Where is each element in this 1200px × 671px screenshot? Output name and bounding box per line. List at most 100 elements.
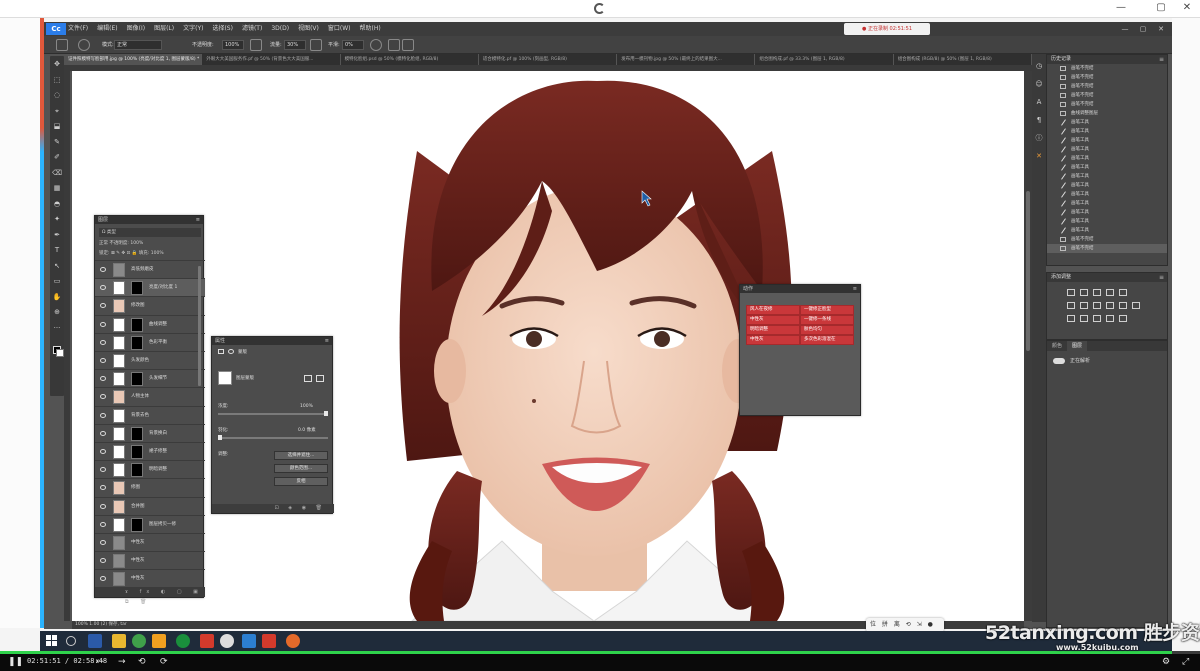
search-icon[interactable]	[66, 636, 76, 646]
hue-icon[interactable]	[1067, 302, 1075, 309]
app-icon-white[interactable]	[220, 634, 234, 648]
eye-icon[interactable]	[100, 303, 106, 309]
app-icon-red[interactable]	[200, 634, 214, 648]
tool-icon[interactable]: ◓	[52, 200, 62, 208]
mask-tab[interactable]: 蒙版	[218, 349, 247, 356]
eye-icon[interactable]	[100, 321, 106, 327]
tool-icon[interactable]: ✎	[52, 138, 62, 146]
brush-preset-icon[interactable]	[56, 39, 68, 51]
action-button[interactable]: 中性灰	[746, 315, 800, 325]
tool-icon[interactable]: ✥	[52, 60, 62, 68]
menu-item[interactable]: 窗口(W)	[328, 22, 351, 36]
eye-icon[interactable]	[100, 576, 106, 582]
history-item[interactable]: 画笔工具	[1047, 136, 1167, 145]
action-button[interactable]: 一键修一条线	[800, 315, 854, 325]
brightness-icon[interactable]	[1067, 289, 1075, 296]
blend-mode-row[interactable]: 正常 不透明度: 100%	[99, 239, 201, 248]
tool-icon[interactable]: ⊕	[52, 308, 62, 316]
menu-item[interactable]: 编辑(E)	[97, 22, 117, 36]
info-icon[interactable]: ⓘ	[1035, 134, 1043, 142]
tool-icon[interactable]: T	[52, 246, 62, 254]
symmetry-icon[interactable]	[402, 39, 414, 51]
history-item[interactable]: 画笔工具	[1047, 163, 1167, 172]
document-tab[interactable]: 适合模特化.pf @ 100% (刻画型, RGB/8)	[479, 54, 618, 65]
layer-row[interactable]: 中性灰	[95, 551, 205, 569]
pause-button[interactable]: ❚❚	[8, 657, 23, 667]
tool-icon[interactable]: ✦	[52, 215, 62, 223]
select-and-mask-button[interactable]: 选择并遮住...	[274, 451, 328, 460]
density-value[interactable]: 100%	[300, 403, 313, 410]
tab-layers[interactable]: 图层	[1067, 341, 1088, 351]
photo-filter-icon[interactable]	[1106, 302, 1114, 309]
color-balance-icon[interactable]	[1080, 302, 1088, 309]
channel-mixer-icon[interactable]	[1119, 302, 1127, 309]
properties-footer[interactable]: ⊡ ◈ ◉ 🗑	[212, 504, 334, 513]
next-icon[interactable]: →	[118, 657, 126, 667]
tools-icon[interactable]: ✕	[1035, 152, 1043, 160]
eye-icon[interactable]	[100, 339, 106, 345]
layer-mask-thumbnail[interactable]	[131, 281, 143, 296]
layer-row[interactable]: 背景换白	[95, 423, 205, 442]
document-tab[interactable]: 证件照模特写脸部用.jpg @ 100% (亮度/对比度 1, 图层蒙版/8) …	[64, 54, 203, 65]
app-icon-blue[interactable]	[242, 634, 256, 648]
menu-item[interactable]: 选择(S)	[212, 22, 233, 36]
tool-icon[interactable]: ⌫	[52, 169, 62, 177]
history-item[interactable]: 画笔工具	[1047, 190, 1167, 199]
eye-icon[interactable]	[100, 558, 106, 564]
layer-row[interactable]: 头发颜色	[95, 351, 205, 369]
layer-filter-input[interactable]: Ω 类型	[99, 228, 201, 237]
layer-mask-thumbnail[interactable]	[131, 335, 143, 350]
document-tab[interactable]: 模特化脸组.psd @ 50% (模特化脸组, RGB/8)	[341, 54, 479, 65]
tool-icon[interactable]: ✋	[52, 293, 62, 301]
selective-color-icon[interactable]	[1119, 315, 1127, 322]
menu-item[interactable]: 帮助(H)	[360, 22, 381, 36]
layer-row[interactable]: 明暗调整	[95, 460, 205, 478]
minimize-button[interactable]: —	[1112, 2, 1130, 13]
previous-icon[interactable]: ←	[96, 657, 104, 667]
menu-item[interactable]: 图层(L)	[154, 22, 174, 36]
forward-icon[interactable]: ⟳	[160, 657, 168, 667]
lookup-icon[interactable]	[1132, 302, 1140, 309]
history-item[interactable]: 画笔工具	[1047, 172, 1167, 181]
maximize-button[interactable]: ▢	[1152, 2, 1170, 13]
paragraph-icon[interactable]: ¶	[1035, 116, 1043, 124]
layer-row[interactable]: 图层拷贝一修	[95, 514, 205, 533]
ps-minimize-button[interactable]: —	[1118, 22, 1132, 36]
history-item[interactable]: 画笔工具	[1047, 154, 1167, 163]
history-item[interactable]: 画笔不完结	[1047, 73, 1167, 82]
folder-icon[interactable]	[112, 634, 126, 648]
rewind-icon[interactable]: ⟲	[138, 657, 146, 667]
action-button[interactable]: 一键修正脸型	[800, 305, 854, 315]
flow-input[interactable]: 30%	[284, 40, 306, 50]
feather-slider[interactable]	[218, 435, 328, 440]
chrome-icon[interactable]	[132, 634, 146, 648]
history-item[interactable]: 画笔不完结	[1047, 64, 1167, 73]
photoshop-taskbar-icon[interactable]	[88, 634, 102, 648]
tab-color[interactable]: 颜色	[1047, 341, 1067, 351]
document-tab[interactable]: 组合图构成.pf @ 33.3% (图层 1, RGB/8)	[755, 54, 894, 65]
gradient-map-icon[interactable]	[1106, 315, 1114, 322]
lock-row[interactable]: 锁定: ⊠ ✎ ✥ ⊡ 🔒 填充: 100%	[99, 249, 201, 258]
history-item[interactable]: 画笔工具	[1047, 199, 1167, 208]
eye-icon[interactable]	[100, 521, 106, 527]
fullscreen-icon[interactable]: ⤢	[1182, 657, 1189, 667]
layer-row[interactable]: 背景去色	[95, 405, 205, 424]
history-icon[interactable]: ◷	[1035, 62, 1043, 70]
menu-item[interactable]: 3D(D)	[271, 22, 289, 36]
document-tab[interactable]: 发布用一模刊物.jpg @ 50% (最终上的结果图大...	[617, 54, 756, 65]
eye-icon[interactable]	[100, 485, 106, 491]
eye-icon[interactable]	[100, 376, 106, 382]
start-button[interactable]	[46, 635, 58, 647]
layer-row[interactable]: 修图	[95, 478, 205, 496]
history-item[interactable]: 画笔工具	[1047, 217, 1167, 226]
vibrance-icon[interactable]	[1119, 289, 1127, 296]
layer-row[interactable]: 修改图	[95, 296, 205, 314]
threshold-icon[interactable]	[1093, 315, 1101, 322]
menu-item[interactable]: 文字(Y)	[183, 22, 203, 36]
curves-icon[interactable]	[1093, 289, 1101, 296]
layer-row[interactable]: 色彩平衡	[95, 332, 205, 351]
layer-row[interactable]: 人物主体	[95, 387, 205, 405]
people-icon[interactable]: ☺	[1035, 80, 1043, 88]
document-tab[interactable]: 外眼大大美国服务作.pf @ 50% (背景色大大美国服...	[202, 54, 341, 65]
app-icon-green[interactable]	[176, 634, 190, 648]
